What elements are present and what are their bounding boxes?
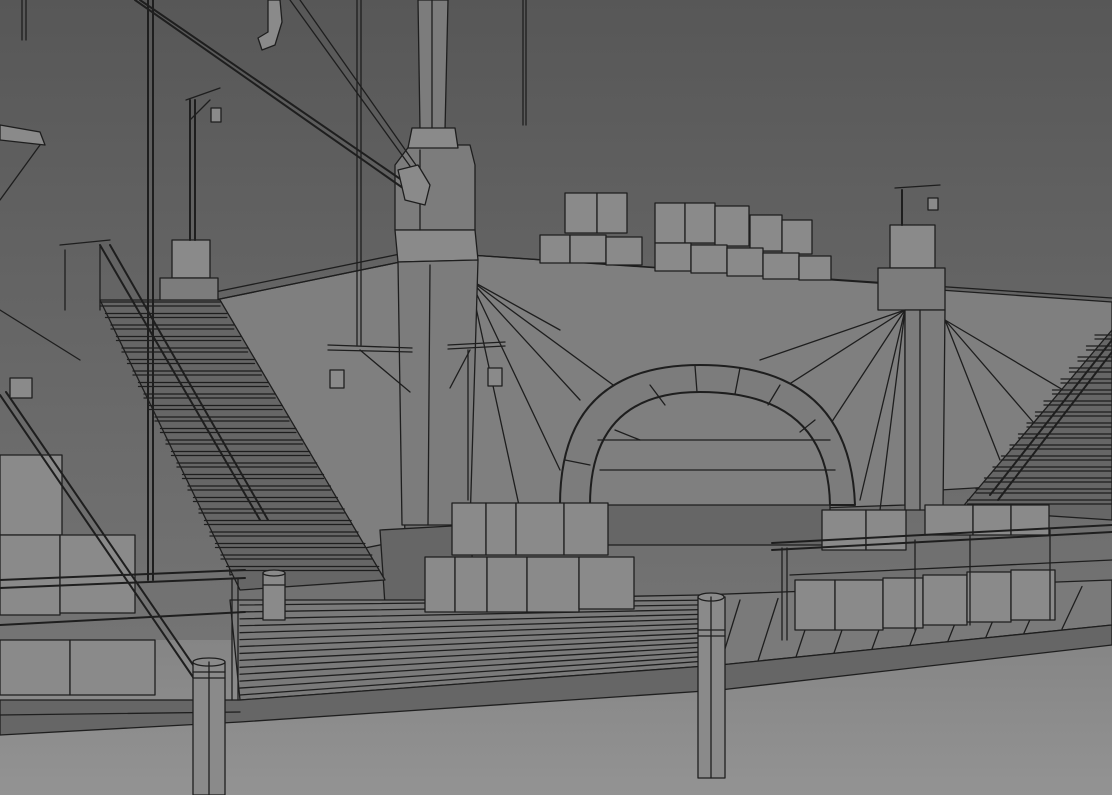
center-crate-stack: [424, 502, 635, 613]
viewport-3d[interactable]: [0, 0, 1112, 795]
wireframe-scene: [0, 0, 1112, 795]
